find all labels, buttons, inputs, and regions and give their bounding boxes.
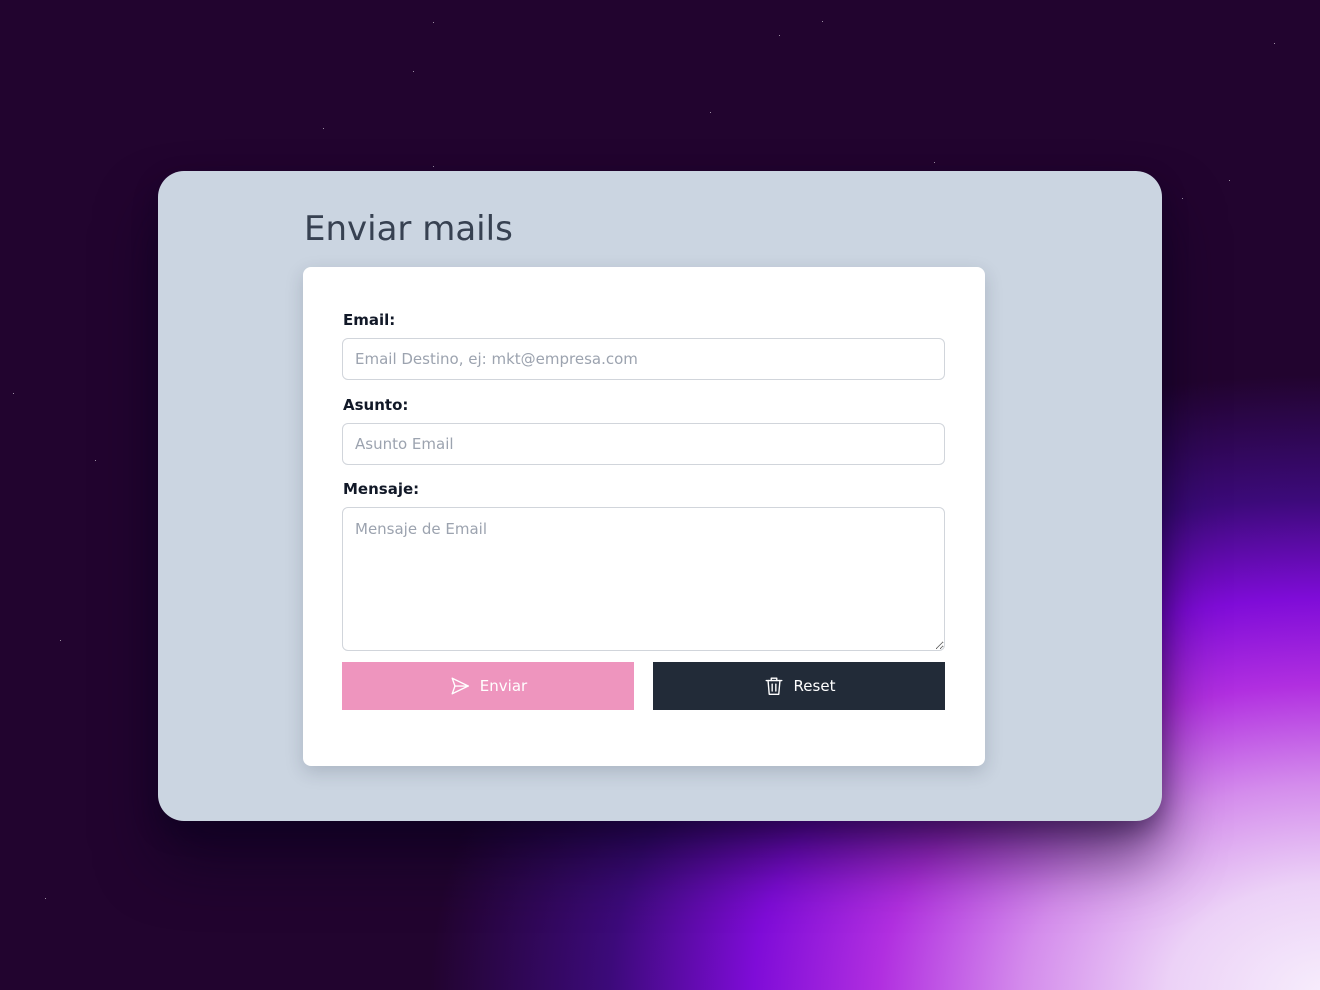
page-title: Enviar mails (304, 209, 513, 249)
email-input[interactable] (342, 338, 945, 380)
send-icon (449, 675, 471, 697)
subject-label: Asunto: (343, 396, 409, 414)
message-textarea[interactable] (342, 507, 945, 651)
email-form-card: Email: Asunto: Mensaje: Enviar (303, 267, 985, 766)
email-label: Email: (343, 311, 396, 329)
send-button[interactable]: Enviar (342, 662, 634, 710)
subject-input[interactable] (342, 423, 945, 465)
send-button-label: Enviar (479, 677, 528, 695)
trash-icon (763, 675, 785, 697)
app-window: Enviar mails Email: Asunto: Mensaje: Env… (158, 171, 1162, 821)
message-label: Mensaje: (343, 480, 420, 498)
reset-button[interactable]: Reset (653, 662, 945, 710)
reset-button-label: Reset (793, 677, 836, 695)
